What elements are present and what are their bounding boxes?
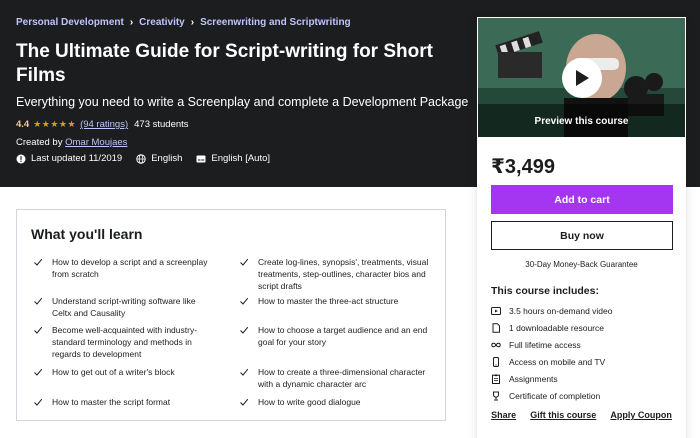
learn-item: Become well-acquainted with industry-sta… — [33, 324, 213, 360]
course-subtitle: Everything you need to write a Screenpla… — [16, 95, 469, 109]
created-by-label: Created by — [16, 137, 63, 148]
video-icon — [491, 306, 501, 315]
alert-badge-icon — [16, 154, 26, 163]
check-icon — [240, 398, 249, 406]
course-language: English — [151, 153, 183, 164]
purchase-sidebar: Preview this course ₹3,499 Add to cart B… — [477, 17, 686, 438]
assignment-icon — [492, 374, 500, 384]
check-icon — [240, 297, 249, 305]
file-icon — [492, 322, 500, 333]
list-item: Access on mobile and TV — [491, 353, 613, 370]
learn-item: Create log-lines, synopsis', treatments,… — [239, 256, 439, 292]
breadcrumb-personal-development[interactable]: Personal Development — [16, 17, 124, 28]
learn-item: How to write good dialogue — [239, 396, 439, 408]
buy-now-button[interactable]: Buy now — [491, 221, 673, 250]
globe-icon — [136, 153, 146, 164]
apply-coupon-link[interactable]: Apply Coupon — [610, 410, 672, 420]
includes-title: This course includes: — [491, 285, 599, 297]
course-title: The Ultimate Guide for Script-writing fo… — [16, 41, 433, 86]
last-updated: Last updated 11/2019 — [31, 153, 123, 164]
rating-row: 4.4 ★★★★★ (94 ratings) 473 students — [16, 119, 189, 130]
sidebar-links: Share Gift this course Apply Coupon — [478, 410, 685, 420]
learn-item: How to choose a target audience and an e… — [239, 324, 439, 348]
what-youll-learn: What you'll learn How to develop a scrip… — [16, 209, 446, 421]
gift-course-link[interactable]: Gift this course — [530, 410, 596, 420]
learn-item: Understand script-writing software like … — [33, 295, 213, 319]
learn-item: How to develop a script and a screenplay… — [33, 256, 213, 280]
learn-title: What you'll learn — [31, 226, 143, 242]
chevron-right-icon: › — [190, 17, 195, 28]
infinity-icon — [491, 342, 501, 347]
check-icon — [34, 398, 43, 406]
list-item: 3.5 hours on-demand video — [491, 302, 613, 319]
course-meta: Last updated 11/2019 English English [Au… — [16, 153, 284, 164]
play-icon — [576, 70, 589, 86]
captions-icon — [196, 155, 206, 162]
rating-value: 4.4 — [16, 119, 30, 130]
learn-item: How to master the three-act structure — [239, 295, 439, 307]
course-captions: English [Auto] — [211, 153, 271, 164]
check-icon — [240, 258, 249, 266]
check-icon — [240, 368, 249, 376]
money-back-guarantee: 30-Day Money-Back Guarantee — [525, 260, 638, 269]
course-preview[interactable]: Preview this course — [478, 18, 685, 137]
play-button[interactable] — [562, 58, 602, 98]
check-icon — [34, 368, 43, 376]
check-icon — [34, 258, 43, 266]
check-icon — [240, 326, 249, 334]
mobile-icon — [493, 356, 499, 367]
learn-item: How to master the script format — [33, 396, 213, 408]
list-item: 1 downloadable resource — [491, 319, 613, 336]
list-item: Assignments — [491, 370, 613, 387]
includes-list: 3.5 hours on-demand video 1 downloadable… — [491, 302, 613, 404]
course-price: ₹3,499 — [491, 156, 555, 178]
author-link[interactable]: Omar Moujaes — [65, 137, 127, 148]
created-by: Created by Omar Moujaes — [16, 137, 127, 148]
trophy-icon — [493, 391, 499, 400]
chevron-right-icon: › — [129, 17, 134, 28]
breadcrumb-creativity[interactable]: Creativity — [139, 17, 185, 28]
students-count: 473 students — [134, 119, 189, 130]
breadcrumb-screenwriting[interactable]: Screenwriting and Scriptwriting — [200, 17, 351, 28]
check-icon — [34, 326, 43, 334]
preview-label: Preview this course — [534, 116, 629, 127]
share-link[interactable]: Share — [491, 410, 516, 420]
check-icon — [34, 297, 43, 305]
star-rating-icon: ★★★★★ — [33, 119, 77, 129]
list-item: Full lifetime access — [491, 336, 613, 353]
learn-item: How to create a three-dimensional charac… — [239, 366, 439, 390]
list-item: Certificate of completion — [491, 387, 613, 404]
learn-item: How to get out of a writer's block — [33, 366, 213, 378]
ratings-count-link[interactable]: (94 ratings) — [80, 119, 128, 130]
add-to-cart-button[interactable]: Add to cart — [491, 185, 673, 214]
breadcrumb: Personal Development › Creativity › Scre… — [16, 17, 351, 28]
